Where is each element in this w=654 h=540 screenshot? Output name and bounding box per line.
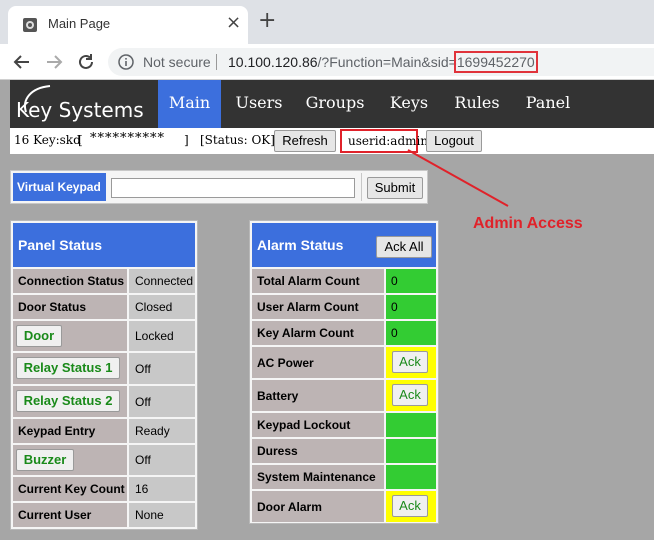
forward-arrow-icon[interactable]: [42, 50, 66, 74]
panel-row-label: Current User: [13, 503, 127, 527]
logout-button[interactable]: Logout: [426, 130, 482, 152]
nav-users[interactable]: Users: [226, 80, 292, 128]
virtual-keypad-input[interactable]: [111, 178, 355, 198]
buzzer-button[interactable]: Buzzer: [16, 449, 74, 471]
panel-row-value: Off: [129, 386, 195, 417]
nav-main[interactable]: Main: [158, 80, 221, 128]
browser-tab[interactable]: Main Page ×: [8, 6, 248, 44]
panel-row-value: Off: [129, 445, 195, 475]
panel-row-label: Connection Status: [13, 269, 127, 293]
nav-rules[interactable]: Rules: [446, 80, 508, 128]
key-bracket-open: [: [78, 133, 83, 147]
nav-panel[interactable]: Panel: [516, 80, 580, 128]
panel-row-value: Connected: [129, 269, 195, 293]
new-tab-button[interactable]: +: [258, 10, 276, 32]
nav-groups[interactable]: Groups: [300, 80, 370, 128]
panel-row-label-cell: Door: [13, 321, 127, 351]
panel-row-value: Ready: [129, 419, 195, 443]
panel-row-label: Current Key Count: [13, 477, 127, 501]
panel-row-value: 16: [129, 477, 195, 501]
address-separator: [216, 54, 217, 70]
alarm-status-header: Alarm Status Ack All: [252, 223, 436, 267]
alarm-row-value: 0: [386, 269, 436, 293]
panel-row-value: Off: [129, 353, 195, 384]
relay-status-1-button[interactable]: Relay Status 1: [16, 357, 120, 379]
alarm-row-label: AC Power: [252, 347, 384, 378]
nav-keys[interactable]: Keys: [380, 80, 438, 128]
key-info-text: 16 Key:skd: [14, 133, 81, 147]
connection-status-text: [Status: OK]: [200, 133, 275, 147]
ack-battery-button[interactable]: Ack: [392, 384, 428, 406]
alarm-row-label: System Maintenance: [252, 465, 384, 489]
app-header: Key Systems Main Users Groups Keys Rules…: [10, 80, 654, 128]
ack-door-alarm-button[interactable]: Ack: [392, 495, 428, 517]
browser-tabstrip: Main Page × +: [0, 0, 654, 44]
alarm-row-value: [386, 439, 436, 463]
key-systems-logo: Key Systems: [16, 84, 156, 126]
submit-button[interactable]: Submit: [367, 177, 423, 199]
url-path: /?Function=Main&sid=: [317, 54, 457, 70]
alarm-row-label: Total Alarm Count: [252, 269, 384, 293]
key-bracket-close: ]: [184, 133, 189, 147]
page-favicon-icon: [23, 18, 37, 32]
panel-row-label-cell: Buzzer: [13, 445, 127, 475]
alarm-active-cell: Ack: [386, 491, 436, 522]
virtual-keypad-form: Virtual Keypad Submit: [10, 170, 428, 204]
panel-row-value: None: [129, 503, 195, 527]
alarm-row-label: Key Alarm Count: [252, 321, 384, 345]
alarm-status-title: Alarm Status: [257, 237, 344, 253]
url-sid-highlight: 1699452270: [453, 51, 538, 73]
alarm-row-label: Battery: [252, 380, 384, 411]
not-secure-label: Not secure: [143, 54, 211, 70]
panel-row-value: Closed: [129, 295, 195, 319]
alarm-row-label: Door Alarm: [252, 491, 384, 522]
tab-title: Main Page: [48, 16, 111, 31]
reload-icon[interactable]: [74, 50, 98, 74]
panel-row-label: Door Status: [13, 295, 127, 319]
alarm-row-value: [386, 465, 436, 489]
panel-status-title: Panel Status: [13, 223, 195, 267]
alarm-row-value: [386, 413, 436, 437]
url-host: 10.100.120.86: [228, 54, 318, 70]
keypad-divider: [361, 173, 362, 201]
info-icon[interactable]: [118, 54, 134, 70]
alarm-active-cell: Ack: [386, 347, 436, 378]
refresh-button[interactable]: Refresh: [274, 130, 336, 152]
ack-ac-power-button[interactable]: Ack: [392, 351, 428, 373]
relay-status-2-button[interactable]: Relay Status 2: [16, 390, 120, 412]
address-bar[interactable]: Not secure 10.100.120.86/?Function=Main&…: [108, 48, 654, 76]
logo-text: Key Systems: [16, 98, 144, 122]
alarm-status-card: Alarm Status Ack All Total Alarm Count 0…: [249, 220, 439, 524]
status-info-bar: 16 Key:skd [ ********** ] [Status: OK] R…: [10, 128, 654, 154]
tab-close-icon[interactable]: ×: [226, 14, 241, 32]
alarm-row-label: User Alarm Count: [252, 295, 384, 319]
alarm-row-label: Keypad Lockout: [252, 413, 384, 437]
alarm-row-label: Duress: [252, 439, 384, 463]
admin-access-annotation: Admin Access: [473, 215, 583, 232]
panel-row-label-cell: Relay Status 2: [13, 386, 127, 417]
door-button[interactable]: Door: [16, 325, 62, 347]
virtual-keypad-label: Virtual Keypad: [13, 173, 106, 201]
alarm-row-value: 0: [386, 321, 436, 345]
userid-highlight-box: userid:admin: [340, 129, 428, 153]
panel-row-value: Locked: [129, 321, 195, 351]
alarm-active-cell: Ack: [386, 380, 436, 411]
alarm-row-value: 0: [386, 295, 436, 319]
url-text[interactable]: 10.100.120.86/?Function=Main&sid=1699452…: [228, 51, 538, 73]
back-arrow-icon[interactable]: [10, 50, 34, 74]
ack-all-button[interactable]: Ack All: [376, 236, 432, 258]
userid-text: userid:admin: [348, 134, 429, 148]
browser-toolbar: Not secure 10.100.120.86/?Function=Main&…: [0, 44, 654, 80]
panel-row-label: Keypad Entry: [13, 419, 127, 443]
panel-row-label-cell: Relay Status 1: [13, 353, 127, 384]
masked-key-text: **********: [90, 131, 165, 146]
panel-status-card: Panel Status Connection Status Connected…: [10, 220, 198, 530]
